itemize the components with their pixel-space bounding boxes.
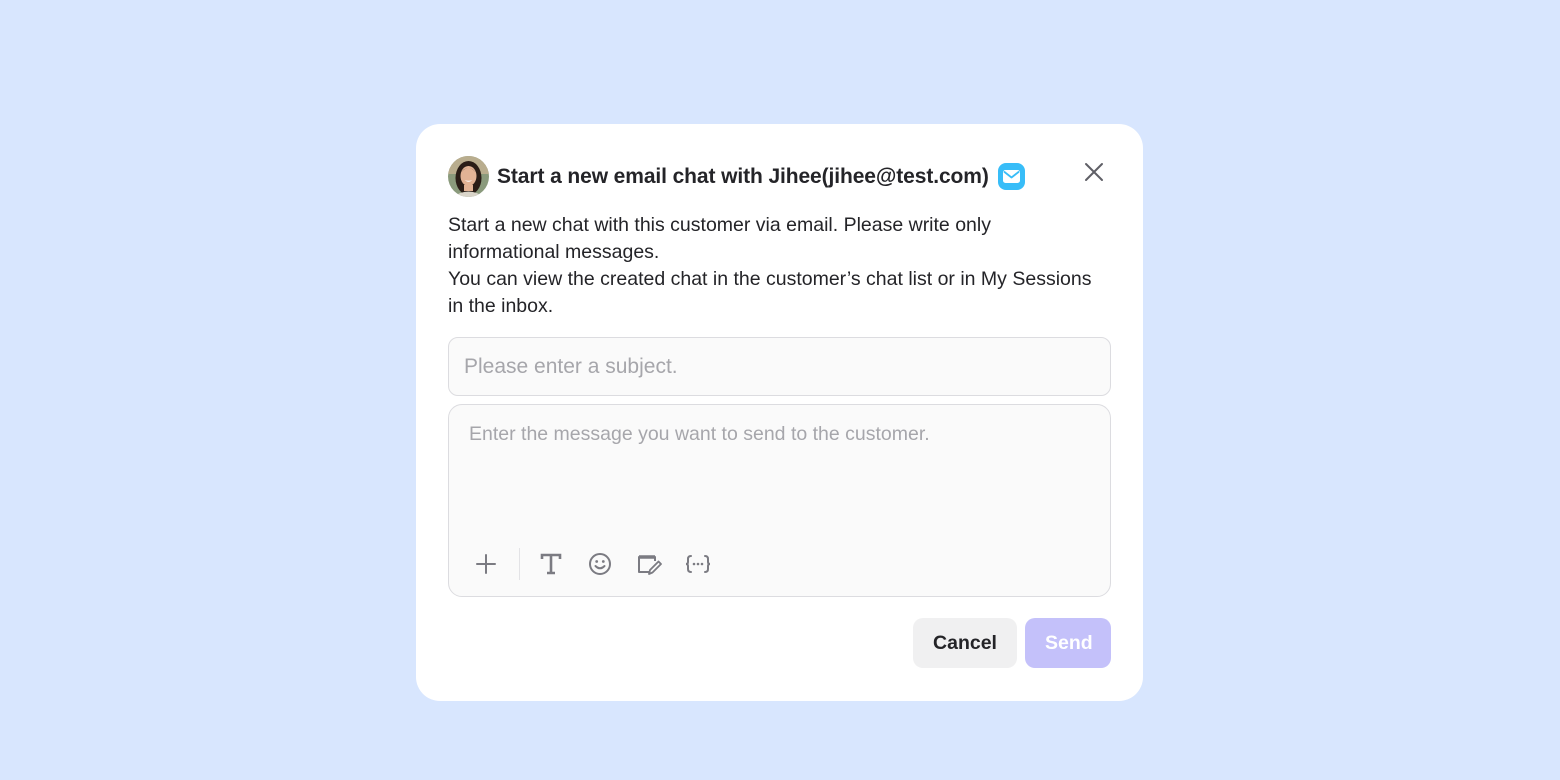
avatar [448, 156, 489, 197]
variable-icon [685, 555, 711, 573]
template-button[interactable] [634, 549, 664, 579]
variable-button[interactable] [683, 549, 713, 579]
new-email-chat-dialog: Start a new email chat with Jihee(jihee@… [416, 124, 1143, 701]
description-line-1: Start a new chat with this customer via … [448, 214, 991, 263]
close-icon [1085, 163, 1103, 181]
dialog-header: Start a new email chat with Jihee(jihee@… [448, 156, 1025, 197]
editor-toolbar [471, 547, 713, 581]
description-line-2: You can view the created chat in the cus… [448, 268, 1092, 317]
emoji-button[interactable] [585, 549, 615, 579]
message-editor [448, 404, 1111, 597]
close-button[interactable] [1082, 160, 1106, 184]
text-format-icon [540, 553, 562, 575]
message-input[interactable] [469, 421, 1089, 521]
add-attachment-button[interactable] [471, 549, 501, 579]
dialog-title: Start a new email chat with Jihee(jihee@… [497, 164, 989, 188]
add-icon [476, 554, 496, 574]
cancel-button[interactable]: Cancel [913, 618, 1017, 668]
emoji-icon [589, 553, 611, 575]
text-format-button[interactable] [536, 549, 566, 579]
subject-input[interactable] [448, 337, 1111, 396]
mail-icon [997, 163, 1025, 190]
template-icon [638, 555, 662, 575]
dialog-footer: Cancel Send [913, 618, 1111, 668]
send-button[interactable]: Send [1025, 618, 1111, 668]
toolbar-divider [519, 548, 520, 580]
dialog-description: Start a new chat with this customer via … [448, 212, 1098, 320]
